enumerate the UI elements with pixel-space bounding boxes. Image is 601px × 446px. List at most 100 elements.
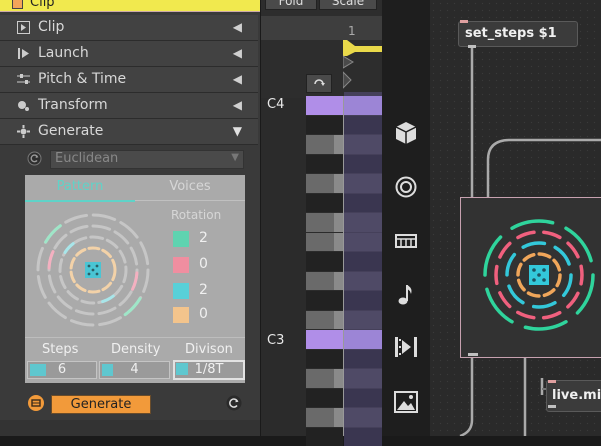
lane-cell[interactable] [344,155,382,174]
lane-cell[interactable] [344,428,382,446]
black-key[interactable] [306,389,343,408]
cube-icon[interactable] [395,121,417,145]
key-row[interactable] [306,350,382,369]
black-key[interactable] [306,252,343,271]
tab-pattern[interactable]: Pattern [25,175,135,202]
fold-button[interactable]: Fold [265,0,317,10]
collapse-arrow-icon[interactable]: ◀ [233,72,242,86]
max-patcher[interactable]: set_steps $1 live.mid [430,0,601,436]
music-note-icon[interactable] [397,283,415,307]
black-key[interactable] [306,428,343,446]
section-clip[interactable]: Clip ◀ [0,15,258,41]
algorithm-dropdown[interactable]: Euclidean ▼ [50,150,244,169]
generate-button[interactable]: Generate [51,395,151,414]
lane-cell[interactable] [344,252,382,271]
rotation-value-1[interactable]: 2 [199,230,208,246]
algorithm-value: Euclidean [55,151,118,166]
key-row[interactable] [306,428,382,446]
key-row[interactable] [306,233,382,252]
euclidean-device[interactable] [460,197,601,358]
clip-play-icon[interactable] [394,336,418,358]
key-row[interactable] [306,369,382,388]
message-box[interactable]: set_steps $1 [458,21,578,47]
white-key-edge [334,311,343,330]
clip-color-swatch [12,0,23,9]
clip-header[interactable]: Clip [0,0,260,12]
circle-target-icon[interactable] [395,176,417,198]
refresh-icon[interactable] [27,151,42,166]
key-row[interactable] [306,252,382,271]
section-label: Launch [38,45,89,61]
key-row[interactable] [306,96,382,115]
collapse-arrow-icon[interactable]: ◀ [233,98,242,112]
bank-icon[interactable] [394,231,418,251]
note-label-c3: C3 [267,333,284,348]
lane-cell[interactable] [344,272,382,291]
piano-keys[interactable] [306,96,382,436]
section-pitch-time[interactable]: Pitch & Time ◀ [0,67,258,93]
clip-icon [17,21,30,34]
key-row[interactable] [306,311,382,330]
key-row[interactable] [306,194,382,213]
density-field[interactable]: 4 [99,361,170,379]
black-key[interactable] [306,194,343,213]
lane-cell[interactable] [344,291,382,310]
tab-voices[interactable]: Voices [135,175,245,201]
image-icon[interactable] [394,391,418,413]
black-key[interactable] [306,291,343,310]
expand-arrow-icon[interactable]: ▼ [233,124,242,138]
lane-cell[interactable] [344,369,382,388]
lane-cell[interactable] [344,350,382,369]
lane-cell[interactable] [344,389,382,408]
key-row[interactable] [306,116,382,135]
lane-cell[interactable] [344,135,382,154]
key-row[interactable] [306,272,382,291]
black-key[interactable] [306,155,343,174]
key-row[interactable] [306,330,382,349]
collapse-arrow-icon[interactable]: ◀ [233,20,242,34]
rotation-value-3[interactable]: 2 [199,282,208,298]
section-transform[interactable]: Transform ◀ [0,93,258,119]
key-row[interactable] [306,389,382,408]
black-key[interactable] [306,350,343,369]
lane-cell[interactable] [344,233,382,252]
white-key-edge [334,369,343,388]
generate-toggle-icon[interactable] [27,394,45,412]
lane-cell[interactable] [344,174,382,193]
rotation-value-4[interactable]: 0 [199,306,208,322]
divider [25,337,245,338]
rotation-value-2[interactable]: 0 [199,256,208,272]
black-key[interactable] [306,116,343,135]
collapse-arrow-icon[interactable]: ◀ [233,46,242,60]
euclidean-rings[interactable] [470,206,601,344]
lane-cell[interactable] [344,194,382,213]
note-highlight[interactable] [344,96,382,115]
section-generate[interactable]: Generate ▼ [0,119,258,145]
lane-cell[interactable] [344,408,382,427]
loop-markers[interactable] [343,36,382,96]
regenerate-icon[interactable] [226,395,242,411]
rotation-label: Rotation [171,208,221,222]
lane-cell[interactable] [344,213,382,232]
key-row[interactable] [306,155,382,174]
key-row[interactable] [306,135,382,154]
key-row[interactable] [306,213,382,232]
section-launch[interactable]: Launch ◀ [0,41,258,67]
steps-field[interactable]: 6 [27,361,97,379]
note-highlight[interactable] [344,330,382,349]
white-key[interactable] [306,96,343,115]
loop-toggle-button[interactable] [306,74,332,93]
section-label: Pitch & Time [38,71,126,87]
key-row[interactable] [306,408,382,427]
key-row[interactable] [306,174,382,193]
lane-cell[interactable] [344,116,382,135]
white-key-edge [334,408,343,427]
scale-button[interactable]: Scale [319,0,377,10]
white-key[interactable] [306,330,343,349]
section-label: Clip [38,19,64,35]
key-row[interactable] [306,291,382,310]
euclidean-rings-preview[interactable] [33,210,153,330]
piano-roll[interactable]: Fold Scale 1 C4 C3 [261,0,382,436]
division-field[interactable]: 1/8T [173,360,245,380]
lane-cell[interactable] [344,311,382,330]
